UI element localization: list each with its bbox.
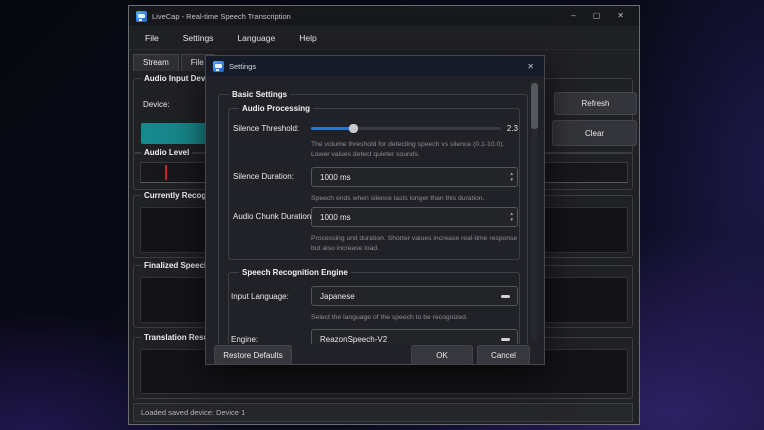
engine-value: ReazonSpeech-V2 — [320, 335, 387, 344]
menu-file[interactable]: File — [133, 28, 171, 48]
silence-threshold-value: 2.3 — [496, 124, 518, 133]
window-title: LiveCap - Real-time Speech Transcription — [152, 12, 291, 21]
maximize-icon[interactable]: ▢ — [593, 12, 601, 20]
scrollbar-thumb[interactable] — [531, 83, 538, 129]
ok-button[interactable]: OK — [411, 345, 473, 365]
audio-chunk-duration-help: Processing unit duration. Shorter values… — [311, 234, 523, 253]
refresh-button[interactable]: Refresh — [554, 92, 637, 115]
dialog-close-icon[interactable]: ✕ — [527, 62, 537, 71]
dialog-titlebar: Settings ✕ — [206, 56, 544, 76]
group-title-speech-recognition-engine: Speech Recognition Engine — [239, 268, 351, 277]
silence-threshold-slider[interactable] — [311, 124, 501, 133]
group-title-audio-processing: Audio Processing — [239, 104, 313, 113]
status-bar: Loaded saved device: Device 1 — [133, 403, 633, 422]
menu-help[interactable]: Help — [287, 28, 328, 48]
panel-title-finalized-speech: Finalized Speech — [141, 261, 212, 270]
panel-title-audio-level: Audio Level — [141, 148, 192, 157]
settings-dialog: Settings ✕ Basic Settings Audio Processi… — [205, 55, 545, 365]
spin-up-icon[interactable]: ▲ — [510, 212, 514, 217]
close-icon[interactable]: ✕ — [617, 12, 624, 20]
input-language-label: Input Language: — [231, 292, 289, 301]
clear-button[interactable]: Clear — [552, 120, 637, 146]
spin-down-icon[interactable]: ▼ — [510, 178, 514, 183]
spin-up-icon[interactable]: ▲ — [510, 172, 514, 177]
dropdown-icon — [501, 295, 510, 298]
menu-language[interactable]: Language — [225, 28, 287, 48]
engine-label: Engine: — [231, 335, 258, 344]
slider-fill — [311, 127, 353, 130]
dialog-scrollbar[interactable] — [531, 81, 538, 341]
spin-down-icon[interactable]: ▼ — [510, 218, 514, 223]
group-title-basic-settings: Basic Settings — [229, 90, 290, 99]
menubar: File Settings Language Help — [129, 26, 639, 50]
dialog-title: Settings — [229, 62, 256, 71]
input-language-dropdown[interactable]: Japanese — [311, 286, 518, 306]
dialog-scroll-area: Basic Settings Audio Processing Silence … — [206, 76, 544, 344]
silence-duration-label: Silence Duration: — [233, 172, 294, 181]
input-language-help: Select the language of the speech to be … — [311, 313, 521, 323]
dialog-logo-icon — [213, 61, 224, 72]
minimize-icon[interactable]: – — [571, 12, 575, 20]
cancel-button[interactable]: Cancel — [477, 345, 530, 365]
menu-settings[interactable]: Settings — [171, 28, 226, 48]
app-logo-icon — [136, 11, 147, 22]
silence-threshold-label: Silence Threshold: — [233, 124, 299, 133]
silence-threshold-help: The volume threshold for detecting speec… — [311, 140, 516, 159]
tab-stream[interactable]: Stream — [133, 54, 179, 71]
main-titlebar: LiveCap - Real-time Speech Transcription… — [129, 6, 639, 26]
dropdown-icon — [501, 338, 510, 341]
restore-defaults-button[interactable]: Restore Defaults — [214, 345, 292, 365]
input-language-value: Japanese — [320, 292, 355, 301]
engine-dropdown[interactable]: ReazonSpeech-V2 — [311, 329, 518, 344]
silence-duration-spinbox[interactable]: 1000 ms ▲ ▼ — [311, 167, 518, 187]
silence-duration-help: Speech ends when silence lasts longer th… — [311, 194, 521, 204]
audio-level-indicator — [165, 165, 167, 180]
audio-chunk-duration-spinbox[interactable]: 1000 ms ▲ ▼ — [311, 207, 518, 227]
silence-duration-value: 1000 ms — [320, 173, 351, 182]
slider-handle[interactable] — [349, 124, 358, 133]
audio-chunk-duration-label: Audio Chunk Duration: — [233, 212, 314, 221]
device-label: Device: — [143, 100, 170, 109]
audio-chunk-duration-value: 1000 ms — [320, 213, 351, 222]
status-text: Loaded saved device: Device 1 — [141, 408, 245, 417]
